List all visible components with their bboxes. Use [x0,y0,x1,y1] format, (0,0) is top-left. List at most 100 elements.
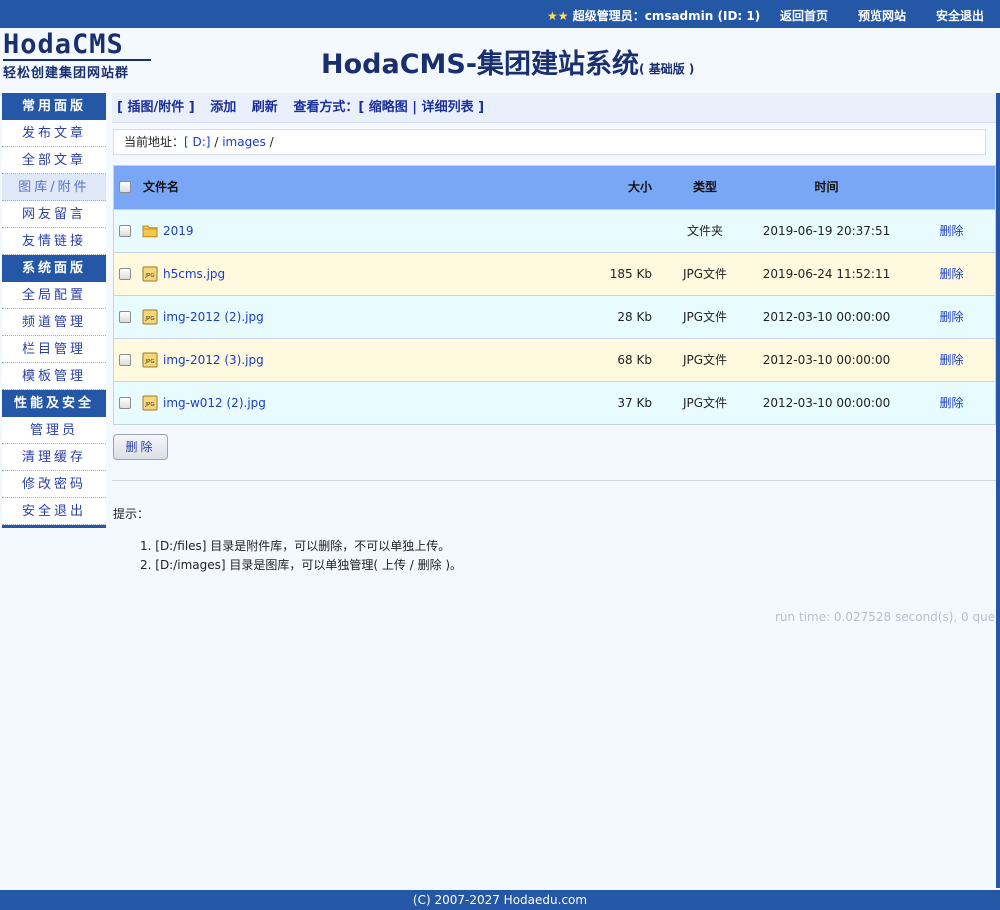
sidebar-item-clear-cache[interactable]: 清理缓存 [2,444,106,471]
sidebar-item-templates[interactable]: 模板管理 [2,363,106,390]
sidebar-group-security: 性能及安全 [2,390,106,417]
svg-text:JPG: JPG [144,316,154,322]
file-time: 2012-03-10 00:00:00 [762,396,891,410]
file-name-link[interactable]: img-2012 (2).jpg [163,296,264,339]
table-row: JPG img-w012 (2).jpg 37 Kb JPG文件 2012-03… [114,381,995,424]
sidebar-item-channels[interactable]: 频道管理 [2,309,106,336]
table-row: 2019 文件夹 2019-06-19 20:37:51 删除 [114,209,995,252]
path-root-link[interactable]: [ D:] [184,135,210,149]
svg-text:JPG: JPG [144,273,154,279]
path-folder-link[interactable]: images [222,135,266,149]
site-title-text: HodaCMS-集团建站系统 [321,49,640,80]
tip-item: 2. [D:/images] 目录是图库，可以单独管理( 上传 / 删除 )。 [140,558,463,572]
select-all-checkbox[interactable] [119,181,131,193]
table-header: 文件名 大小 类型 时间 [114,166,995,209]
path-separator: / [269,135,274,149]
file-size: 28 Kb [617,310,652,324]
path-separator: / [214,135,219,149]
sidebar-item-gallery[interactable]: 图库/附件 [2,174,106,201]
logo-divider [3,59,151,61]
file-time: 2019-06-24 11:52:11 [762,267,891,281]
main-content: [ 插图/附件 ] 添加 刷新 查看方式：[ 缩略图 | 详细列表 ] 当前地址… [112,93,996,425]
svg-text:JPG: JPG [144,402,154,408]
sidebar-group-common: 常用面版 [2,93,106,120]
admin-info: ★★ 超级管理员：cmsadmin (ID: 1) [547,7,760,24]
header-name: 文件名 [143,180,180,194]
preview-site-link[interactable]: 预览网站 [858,7,906,24]
tip-item: 1. [D:/files] 目录是附件库，可以删除，不可以单独上传。 [140,539,451,553]
toolbar: [ 插图/附件 ] 添加 刷新 查看方式：[ 缩略图 | 详细列表 ] [112,93,996,123]
edition-label: ( 基础版 ) [639,62,695,76]
delete-link[interactable]: 删除 [924,339,979,382]
delete-selected-button[interactable]: 删除 [113,434,168,460]
delete-link[interactable]: 删除 [924,253,979,296]
footer: (C) 2007-2027 Hodaedu.com [0,890,1000,910]
sidebar: 常用面版 发布文章 全部文章 图库/附件 网友留言 友情链接 系统面版 全局配置… [2,93,106,528]
file-size: 37 Kb [617,396,652,410]
sidebar-item-change-password[interactable]: 修改密码 [2,471,106,498]
sidebar-item-logout[interactable]: 安全退出 [2,498,106,525]
delete-link[interactable]: 删除 [924,296,979,339]
folder-icon [142,225,158,238]
runtime-info: run time: 0.027528 second(s), 0 queries [775,610,1000,624]
file-name-link[interactable]: img-w012 (2).jpg [163,382,266,425]
file-name-link[interactable]: img-2012 (3).jpg [163,339,264,382]
site-title: HodaCMS-集团建站系统( 基础版 ) [321,42,694,81]
sidebar-item-admins[interactable]: 管理员 [2,417,106,444]
jpg-file-icon: JPG [142,352,158,368]
add-button[interactable]: 添加 [210,100,236,115]
row-checkbox[interactable] [119,225,131,237]
header-time: 时间 [814,180,839,194]
sidebar-item-messages[interactable]: 网友留言 [2,201,106,228]
row-checkbox[interactable] [119,268,131,280]
file-type: 文件夹 [686,224,723,238]
tips-title: 提示： [113,507,150,521]
sidebar-group-system: 系统面版 [2,255,106,282]
row-checkbox[interactable] [119,397,131,409]
logo[interactable]: HodaCMS [3,30,124,60]
file-size: 185 Kb [609,267,652,281]
sidebar-item-all-articles[interactable]: 全部文章 [2,147,106,174]
breadcrumb: 当前地址：[ D:] / images / [113,129,986,155]
file-time: 2012-03-10 00:00:00 [762,310,891,324]
file-type: JPG文件 [682,353,728,367]
sidebar-item-columns[interactable]: 栏目管理 [2,336,106,363]
back-home-link[interactable]: 返回首页 [780,7,828,24]
delete-link[interactable]: 删除 [924,210,979,253]
file-name-link[interactable]: 2019 [163,210,194,253]
row-checkbox[interactable] [119,311,131,323]
file-time: 2012-03-10 00:00:00 [762,353,891,367]
delete-link[interactable]: 删除 [924,382,979,425]
top-bar: ★★ 超级管理员：cmsadmin (ID: 1) 返回首页 预览网站 安全退出 [0,0,1000,28]
refresh-button[interactable]: 刷新 [252,100,278,115]
svg-text:JPG: JPG [144,359,154,365]
header: HodaCMS 轻松创建集团网站群 HodaCMS-集团建站系统( 基础版 ) [0,28,1000,90]
header-size: 大小 [627,180,652,194]
tips-list: 1. [D:/files] 目录是附件库，可以删除，不可以单独上传。 2. [D… [140,537,462,575]
view-mode-switch[interactable]: 查看方式：[ 缩略图 | 详细列表 ] [293,100,484,115]
row-checkbox[interactable] [119,354,131,366]
divider [112,480,996,481]
file-type: JPG文件 [682,310,728,324]
sidebar-item-publish-article[interactable]: 发布文章 [2,120,106,147]
header-type: 类型 [692,180,717,194]
file-type: JPG文件 [682,267,728,281]
attach-button[interactable]: [ 插图/附件 ] [117,100,195,115]
table-row: JPG img-2012 (3).jpg 68 Kb JPG文件 2012-03… [114,338,995,381]
logout-link[interactable]: 安全退出 [936,7,984,24]
file-name-link[interactable]: h5cms.jpg [163,253,225,296]
table-row: JPG img-2012 (2).jpg 28 Kb JPG文件 2012-03… [114,295,995,338]
file-type: JPG文件 [682,396,728,410]
file-table: 文件名 大小 类型 时间 2019 文件夹 2019-06-19 20:37:5… [113,165,996,425]
jpg-file-icon: JPG [142,266,158,282]
file-size: 68 Kb [617,353,652,367]
table-row: JPG h5cms.jpg 185 Kb JPG文件 2019-06-24 11… [114,252,995,295]
right-border [996,93,1000,888]
logo-slogan: 轻松创建集团网站群 [3,66,130,81]
star-icon: ★★ [547,9,569,23]
jpg-file-icon: JPG [142,309,158,325]
file-time: 2019-06-19 20:37:51 [762,224,891,238]
sidebar-item-links[interactable]: 友情链接 [2,228,106,255]
sidebar-item-global-config[interactable]: 全局配置 [2,282,106,309]
jpg-file-icon: JPG [142,395,158,411]
